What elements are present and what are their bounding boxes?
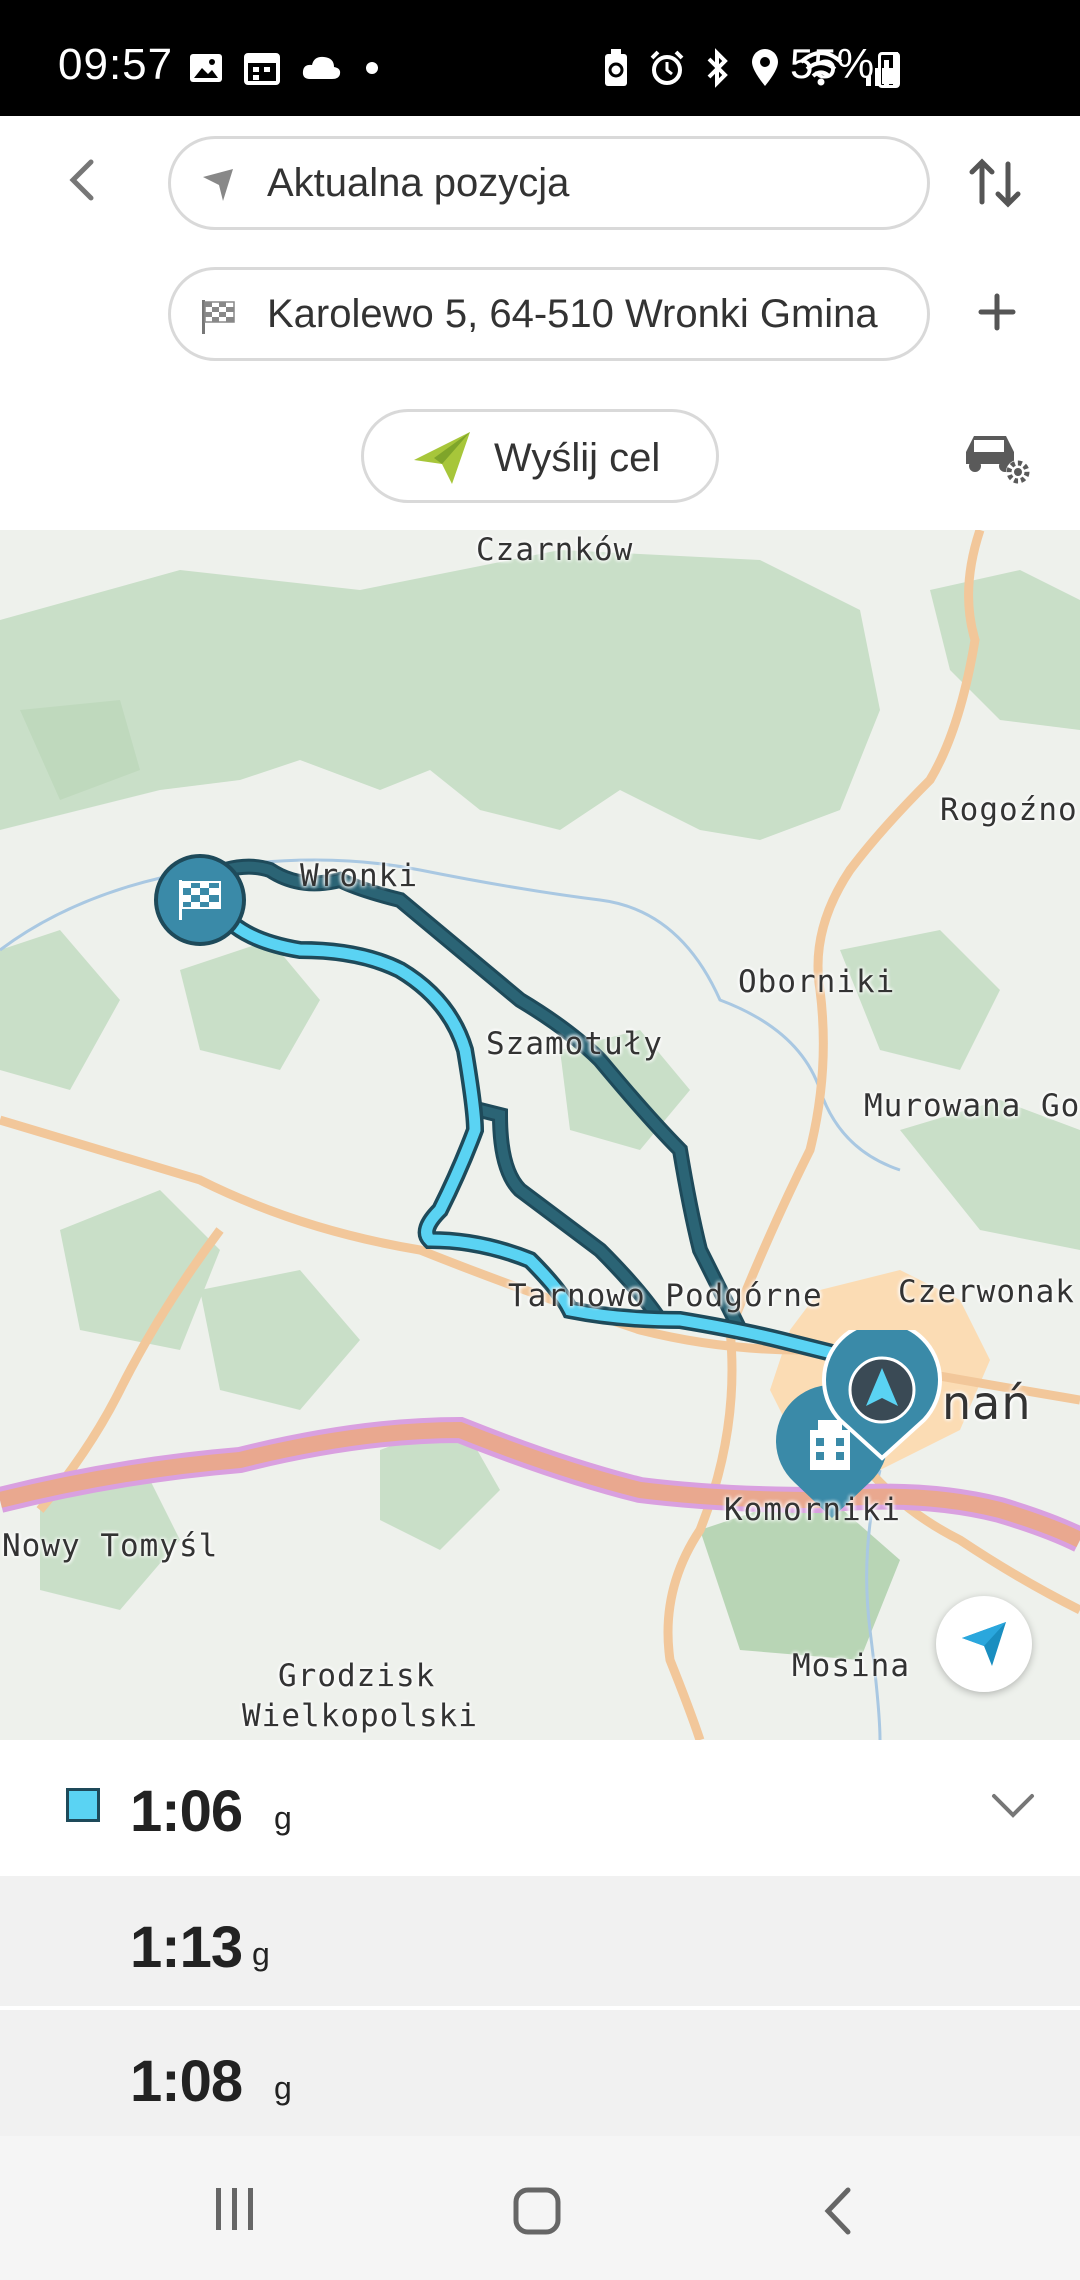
vehicle-settings-button[interactable]: [960, 424, 1036, 490]
map-label-mosina: Mosina: [792, 1648, 910, 1684]
dot-icon: [366, 62, 378, 74]
route-time: 1:08: [130, 2049, 243, 2114]
navigation-arrow-icon: [203, 169, 233, 201]
recycle-battery-icon: [605, 49, 627, 86]
route-option-3[interactable]: 1:08 g: [0, 2010, 1080, 2136]
back-button[interactable]: [55, 150, 115, 210]
map-label-grodzisk: Grodzisk: [278, 1658, 436, 1694]
recent-apps-icon[interactable]: [212, 2186, 258, 2232]
current-position-marker[interactable]: [820, 1330, 944, 1462]
map-label-nowy-tomysl: Nowy Tomyśl: [2, 1528, 219, 1564]
route-time: 1:06: [130, 1779, 243, 1844]
home-icon[interactable]: [512, 2186, 562, 2236]
swap-arrows-icon: [969, 158, 1021, 208]
origin-field[interactable]: Aktualna pozycja: [168, 136, 930, 230]
route-time-unit: g: [274, 2070, 292, 2106]
system-nav-bar: [0, 2136, 1080, 2280]
battery-icon: [878, 52, 900, 88]
map-label-szamotuly: Szamotuły: [486, 1026, 663, 1062]
send-destination-label: Wyślij cel: [494, 436, 661, 480]
map-label-oborniki: Oborniki: [738, 964, 896, 1000]
origin-text: Aktualna pozycja: [267, 161, 570, 205]
plus-icon: [978, 293, 1016, 331]
map-label-murowana: Murowana Go: [864, 1088, 1080, 1124]
chevron-left-icon: [69, 159, 94, 201]
route-map[interactable]: Czarnków Rogoźno Wronki Oborniki Szamotu…: [0, 530, 1080, 1740]
add-stop-button[interactable]: [975, 290, 1019, 334]
location-icon: [752, 49, 778, 86]
map-label-komorniki: Komorniki: [724, 1492, 901, 1528]
map-label-czarnkow: Czarnków: [476, 532, 634, 568]
image-icon: [190, 54, 222, 82]
route-option-1[interactable]: 1:06 g: [0, 1740, 1080, 1876]
route-time-unit: g: [252, 1936, 270, 1972]
recenter-button[interactable]: [936, 1596, 1032, 1692]
route-option-2[interactable]: 1:13 g: [0, 1876, 1080, 2006]
cloud-icon: [302, 56, 341, 79]
map-label-czerwonak: Czerwonak: [898, 1274, 1075, 1310]
map-label-tarnowo: Tarnowo Podgórne: [508, 1278, 823, 1314]
destination-flag-marker[interactable]: [152, 852, 248, 948]
bluetooth-icon: [707, 48, 728, 88]
route-color-swatch: [66, 1788, 100, 1822]
status-bar: 09:57 55%: [0, 0, 1080, 116]
map-label-rogozno: Rogoźno: [940, 792, 1078, 828]
destination-text: Karolewo 5, 64-510 Wronki Gmina: [267, 292, 878, 336]
map-label-wronki: Wronki: [300, 858, 418, 894]
destination-field[interactable]: Karolewo 5, 64-510 Wronki Gmina: [168, 267, 930, 361]
map-label-wielkopolski: Wielkopolski: [242, 1698, 478, 1734]
car-settings-icon: [966, 436, 1030, 484]
battery-percent: 55%: [790, 40, 875, 87]
chevron-down-icon[interactable]: [990, 1788, 1036, 1824]
status-time: 09:57: [58, 40, 174, 89]
swap-route-button[interactable]: [964, 152, 1026, 214]
alarm-icon: [650, 50, 684, 85]
send-paper-plane-icon: [414, 432, 470, 484]
send-destination-button[interactable]: Wyślij cel: [361, 409, 719, 503]
route-time-unit: g: [274, 1800, 292, 1836]
navigation-arrow-icon: [962, 1622, 1006, 1666]
checkered-flag-icon: [202, 300, 235, 334]
map-label-poznan: nań: [942, 1376, 1032, 1430]
back-nav-icon[interactable]: [820, 2186, 856, 2236]
calendar-icon: [244, 53, 280, 85]
route-time: 1:13: [130, 1915, 243, 1980]
